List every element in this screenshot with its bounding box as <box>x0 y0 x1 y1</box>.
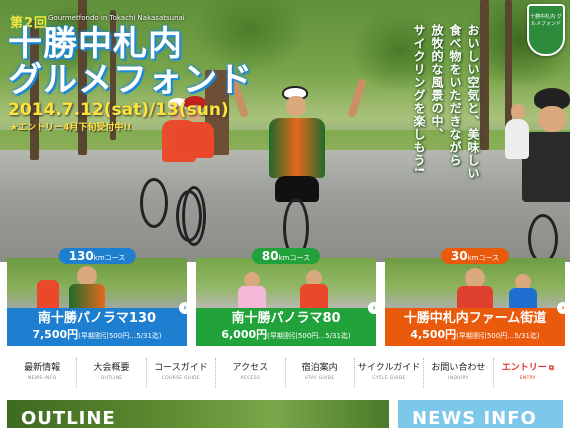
course-price: 4,500円(早期割引500円…5/31迄) <box>385 328 565 343</box>
outline-title: OUTLINE <box>21 408 116 428</box>
price-discount: (早期割引500円…5/31迄) <box>267 332 351 340</box>
nav-sublabel: NEWS INFO <box>27 376 57 381</box>
event-title-line1: 十勝中札内 <box>8 24 183 64</box>
course-card-30[interactable]: 30kmコース 十勝中札内ファーム街道 4,500円(早期割引500円…5/31… <box>385 248 569 346</box>
entry-notice: ★エントリー4月下旬受付中!! <box>10 123 132 133</box>
course-label: 南十勝パノラマ130 7,500円(早期割引500円…5/31迄) <box>7 308 187 346</box>
outline-section: OUTLINE <box>7 400 389 428</box>
tree-trunk <box>480 0 489 150</box>
price-value: 7,500円 <box>32 328 79 341</box>
course-photo <box>7 258 187 308</box>
price-discount: (早期割引500円…5/31迄) <box>456 332 540 340</box>
course-card-130[interactable]: 130kmコース 南十勝パノラマ130 7,500円(早期割引500円…5/31… <box>7 248 191 346</box>
course-name: 南十勝パノラマ80 <box>231 311 341 326</box>
nav-item-entry[interactable]: エントリー ⧉ ENTRY <box>492 358 562 388</box>
arrow-right-icon[interactable]: › <box>179 302 191 314</box>
nav-sublabel: ENTRY <box>519 376 536 381</box>
course-name: 南十勝パノラマ130 <box>37 311 157 326</box>
event-title: 十勝中札内 グルメフォンド <box>8 26 253 98</box>
course-distance-badge: 30kmコース <box>440 248 510 264</box>
nav-label: 大会概要 <box>93 363 130 373</box>
hero-banner: 第2回 Gourmetfondo in Tokachi Nakasatsunai… <box>0 0 570 262</box>
nav-label: エントリー ⧉ <box>494 361 562 375</box>
catchcopy-line4: サイクリングを楽しもう! <box>412 24 426 174</box>
nav-label: コースガイド <box>154 363 208 373</box>
global-nav: 最新情報 NEWS INFO 大会概要 OUTLINE コースガイド COURSE G… <box>0 358 570 388</box>
nav-sublabel: COURSE GUIDE <box>161 376 201 381</box>
course-photo <box>385 258 565 308</box>
nav-sublabel: ACCESS <box>240 376 261 381</box>
distance-value: 130 <box>68 249 94 263</box>
news-info-title: NEWS INFO <box>412 408 537 428</box>
news-info-section: NEWS INFO <box>398 400 563 428</box>
price-discount: (早期割引500円…5/31迄) <box>78 332 162 340</box>
event-emblem-logo[interactable]: 十勝中札内 グルメフォンド <box>527 4 565 56</box>
nav-item-inquiry[interactable]: お問い合わせ INQUIRY <box>423 358 492 388</box>
nav-label: お問い合わせ <box>431 363 486 373</box>
price-value: 6,000円 <box>221 328 268 341</box>
course-price: 7,500円(早期割引500円…5/31迄) <box>7 328 187 343</box>
course-name: 十勝中札内ファーム街道 <box>403 311 547 326</box>
nav-label: アクセス <box>232 363 269 373</box>
nav-item-course-guide[interactable]: コースガイド COURSE GUIDE <box>145 358 215 388</box>
event-name-en: Gourmetfondo in Tokachi Nakasatsunai <box>48 14 185 22</box>
event-title-line2: グルメフォンド <box>8 60 253 100</box>
nav-item-outline[interactable]: 大会概要 OUTLINE <box>76 358 145 388</box>
arrow-right-icon[interactable]: › <box>557 302 569 314</box>
course-distance-badge: 80kmコース <box>251 248 321 264</box>
nav-label: 最新情報 <box>24 363 61 373</box>
event-date: 2014.7.12(sat)/13(sun) <box>8 100 229 120</box>
distance-value: 80 <box>261 249 279 263</box>
price-value: 4,500円 <box>410 328 457 341</box>
distance-unit: kmコース <box>467 254 500 262</box>
nav-item-cycle-guide[interactable]: サイクルガイド CYCLE GUIDE <box>353 358 423 388</box>
course-distance-badge: 130kmコース <box>58 248 136 264</box>
course-card-80[interactable]: 80kmコース 南十勝パノラマ80 6,000円(早期割引500円…5/31迄)… <box>196 248 380 346</box>
nav-sublabel: CYCLE GUIDE <box>372 376 406 381</box>
catchcopy-line1: おいしい空気と、美味しい <box>466 24 480 180</box>
nav-label: 宿泊案内 <box>301 363 338 373</box>
external-link-icon: ⧉ <box>548 364 554 372</box>
catchcopy-line2: 食べ物をいただきながら <box>448 24 462 167</box>
nav-sublabel: INQUIRY <box>448 376 469 381</box>
nav-item-access[interactable]: アクセス ACCESS <box>215 358 284 388</box>
emblem-text: 十勝中札内 グルメフォンド <box>530 14 562 27</box>
nav-item-stay-guide[interactable]: 宿泊案内 STAY GUIDE <box>284 358 354 388</box>
nav-label-text: エントリー <box>501 363 547 373</box>
distance-unit: kmコース <box>93 254 126 262</box>
nav-label: サイクルガイド <box>357 363 421 373</box>
course-photo <box>196 258 376 308</box>
nav-item-news[interactable]: 最新情報 NEWS INFO <box>8 358 76 388</box>
catchcopy-line3: 放牧的な風景の中、 <box>430 24 444 141</box>
arrow-right-icon[interactable]: › <box>368 302 380 314</box>
course-label: 十勝中札内ファーム街道 4,500円(早期割引500円…5/31迄) <box>385 308 565 346</box>
course-label: 南十勝パノラマ80 6,000円(早期割引500円…5/31迄) <box>196 308 376 346</box>
distance-unit: kmコース <box>278 254 311 262</box>
course-price: 6,000円(早期割引500円…5/31迄) <box>196 328 376 343</box>
nav-sublabel: STAY GUIDE <box>304 376 335 381</box>
nav-sublabel: OUTLINE <box>100 376 123 381</box>
distance-value: 30 <box>450 249 468 263</box>
